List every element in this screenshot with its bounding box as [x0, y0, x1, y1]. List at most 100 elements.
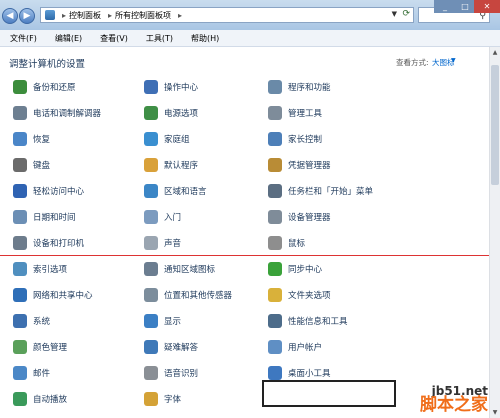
view-by-label: 查看方式: [396, 58, 429, 67]
scroll-up-icon[interactable]: ▲ [490, 49, 500, 56]
item-label: 网络和共享中心 [33, 291, 93, 301]
recovery-icon [13, 132, 27, 146]
control-panel-item[interactable]: 键盘 [13, 154, 50, 176]
control-panel-item[interactable]: 默认程序 [144, 154, 198, 176]
control-panel-item[interactable]: 日期和时间 [13, 206, 76, 228]
back-button[interactable]: ◀ [2, 8, 18, 24]
scrollbar[interactable]: ▲ ▼ [489, 47, 500, 418]
network-icon [13, 288, 27, 302]
title-bar: ◀ ▶ ▸ 控制面板 ▸ 所有控制面板项 ▸ ▼ ⟳ ⚲ _ □ ✕ [0, 0, 500, 30]
item-label: 日期和时间 [33, 213, 76, 223]
sensor-icon [144, 288, 158, 302]
control-panel-item[interactable]: 通知区域图标 [144, 258, 215, 280]
item-label: 管理工具 [288, 109, 323, 119]
scroll-down-icon[interactable]: ▼ [490, 409, 500, 416]
item-label: 操作中心 [164, 83, 199, 93]
control-panel-item[interactable]: 程序和功能 [268, 76, 331, 98]
control-panel-item[interactable]: 同步中心 [268, 258, 322, 280]
forward-button[interactable]: ▶ [19, 8, 35, 24]
control-panel-item[interactable]: 位置和其他传感器 [144, 284, 232, 306]
control-panel-item[interactable]: 索引选项 [13, 258, 67, 280]
control-panel-item[interactable]: 文件夹选项 [268, 284, 331, 306]
item-label: 程序和功能 [288, 83, 331, 93]
control-panel-item[interactable]: 家庭组 [144, 128, 190, 150]
menu-item[interactable]: 帮助(H) [181, 33, 227, 44]
address-dropdown-icon[interactable]: ▼ [392, 10, 397, 18]
printer-icon [13, 236, 27, 250]
close-button[interactable]: ✕ [474, 0, 500, 13]
font-icon [144, 392, 158, 406]
control-panel-item[interactable]: 显示 [144, 310, 181, 332]
control-panel-item[interactable]: 颜色管理 [13, 336, 67, 358]
item-label: 字体 [164, 395, 182, 405]
menu-item[interactable]: 编辑(E) [45, 33, 90, 44]
breadcrumb-all-items[interactable]: 所有控制面板项 [115, 10, 171, 21]
menu-item[interactable]: 查看(V) [90, 33, 136, 44]
globe-icon [144, 184, 158, 198]
homegroup-icon [144, 132, 158, 146]
item-label: 家庭组 [164, 135, 190, 145]
menu-bar: 文件(F) 编辑(E) 查看(V) 工具(T) 帮助(H) [0, 30, 500, 47]
breadcrumb-separator: ▸ [108, 10, 113, 20]
menu-item[interactable]: 工具(T) [136, 33, 181, 44]
refresh-icon[interactable]: ⟳ [402, 9, 410, 19]
maximize-button[interactable]: □ [456, 0, 474, 13]
item-label: 位置和其他传感器 [164, 291, 233, 301]
control-panel-item[interactable]: 电话和调制解调器 [13, 102, 101, 124]
control-panel-item[interactable]: 备份和还原 [13, 76, 76, 98]
menu-item[interactable]: 文件(F) [0, 33, 45, 44]
control-panel-item[interactable]: 声音 [144, 232, 181, 254]
item-label: 电话和调制解调器 [33, 109, 102, 119]
breadcrumb-control-panel[interactable]: 控制面板 [69, 10, 101, 21]
control-panel-item[interactable]: 鼠标 [268, 232, 305, 254]
sync-icon [268, 262, 282, 276]
folder-icon [268, 288, 282, 302]
control-panel-item[interactable]: 任务栏和「开始」菜单 [268, 180, 373, 202]
item-label: 颜色管理 [33, 343, 68, 353]
mail-icon [13, 366, 27, 380]
control-panel-item[interactable]: 操作中心 [144, 76, 198, 98]
content-area: 调整计算机的设置 查看方式: 大图标 ▼ 备份和还原 操作中心 程序和功能 电话和调制… [0, 47, 500, 418]
control-panel-item[interactable]: 自动播放 [13, 388, 67, 410]
performance-icon [268, 314, 282, 328]
getting-started-icon [144, 210, 158, 224]
autoplay-icon [13, 392, 27, 406]
power-icon [144, 106, 158, 120]
minimize-button[interactable]: _ [434, 0, 456, 13]
control-panel-item[interactable]: 设备和打印机 [13, 232, 84, 254]
item-label: 键盘 [33, 161, 51, 171]
control-panel-item[interactable]: 家长控制 [268, 128, 322, 150]
control-panel-item[interactable]: 网络和共享中心 [13, 284, 93, 306]
control-panel-item[interactable]: 设备管理器 [268, 206, 331, 228]
control-panel-item[interactable]: 疑难解答 [144, 336, 198, 358]
control-panel-item[interactable]: 凭据管理器 [268, 154, 331, 176]
item-label: 疑难解答 [164, 343, 199, 353]
troubleshoot-icon [144, 340, 158, 354]
control-panel-item[interactable]: 语音识别 [144, 362, 198, 384]
control-panel-item[interactable]: 区域和语言 [144, 180, 207, 202]
keyboard-icon [13, 158, 27, 172]
speaker-icon [144, 236, 158, 250]
display-icon [144, 314, 158, 328]
control-panel-item[interactable]: 恢复 [13, 128, 50, 150]
phone-icon [13, 106, 27, 120]
control-panel-item[interactable]: 系统 [13, 310, 50, 332]
control-panel-item[interactable]: 入门 [144, 206, 181, 228]
control-panel-item[interactable]: 字体 [144, 388, 181, 410]
address-bar[interactable]: ▸ 控制面板 ▸ 所有控制面板项 ▸ ▼ ⟳ [40, 7, 414, 23]
control-panel-item[interactable]: 用户帐户 [268, 336, 322, 358]
control-panel-item[interactable]: 邮件 [13, 362, 50, 384]
chevron-down-icon[interactable]: ▼ [451, 57, 456, 64]
item-label: 显示 [164, 317, 182, 327]
breadcrumb-separator: ▸ [178, 10, 183, 20]
system-icon [13, 314, 27, 328]
item-label: 语音识别 [164, 369, 199, 379]
control-panel-item[interactable]: 轻松访问中心 [13, 180, 84, 202]
control-panel-item[interactable]: 性能信息和工具 [268, 310, 348, 332]
item-label: 家长控制 [288, 135, 323, 145]
clock-icon [13, 210, 27, 224]
control-panel-item[interactable]: 电源选项 [144, 102, 198, 124]
control-panel-item[interactable]: 管理工具 [268, 102, 322, 124]
scroll-thumb[interactable] [491, 65, 499, 185]
item-label: 通知区域图标 [164, 265, 216, 275]
